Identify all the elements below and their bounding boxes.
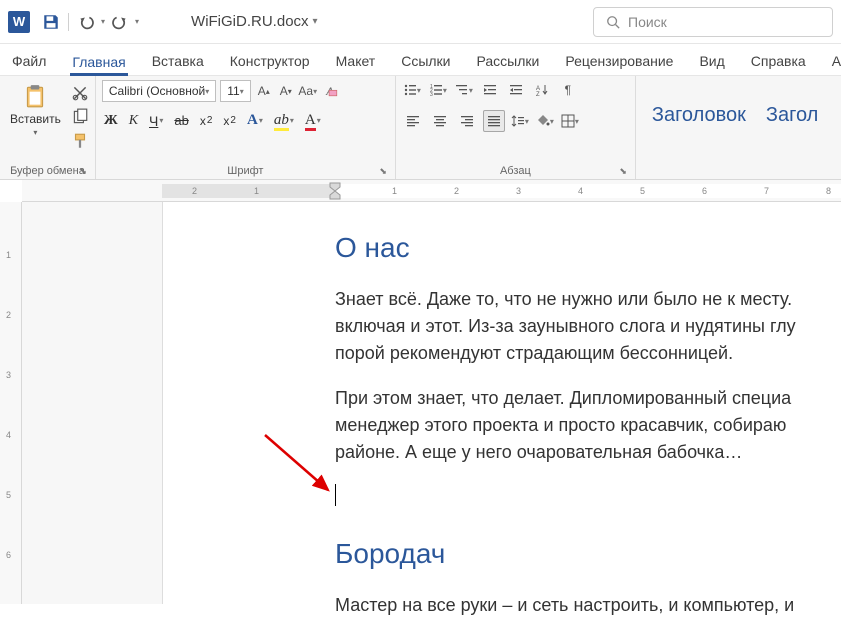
- increase-font-icon[interactable]: A▴: [255, 80, 273, 102]
- bullets-button[interactable]: ▾: [402, 80, 422, 100]
- paste-button[interactable]: Вставить ▾: [6, 80, 65, 139]
- tab-acrobat[interactable]: Acrobat: [830, 47, 841, 75]
- tab-layout[interactable]: Макет: [334, 47, 378, 75]
- heading-borodach: Бородач: [335, 538, 841, 570]
- group-clipboard: Вставить ▾ Буфер обмена ⬊: [0, 76, 96, 179]
- multilevel-button[interactable]: ▾: [454, 80, 474, 100]
- paste-dropdown-icon[interactable]: ▾: [33, 128, 37, 137]
- search-icon: [606, 15, 620, 29]
- sort-button[interactable]: AZ: [532, 80, 552, 100]
- align-right-button[interactable]: [456, 110, 478, 132]
- text-effects-button[interactable]: A▾: [247, 112, 263, 129]
- show-marks-button[interactable]: ¶: [558, 80, 578, 100]
- change-case-icon[interactable]: Aa▾: [299, 80, 317, 102]
- group-paragraph: ▾ 123▾ ▾ AZ ¶ ▾ ▾ ▾ Абзац ⬊: [396, 76, 636, 179]
- search-input[interactable]: Поиск: [593, 7, 833, 37]
- font-size-select[interactable]: 11▾: [220, 80, 250, 102]
- qat-customize-icon[interactable]: ▾: [135, 17, 139, 26]
- line-spacing-button[interactable]: ▾: [510, 111, 530, 131]
- font-name-value: Calibri (Основной: [109, 84, 205, 98]
- font-name-select[interactable]: Calibri (Основной▾: [102, 80, 216, 102]
- highlight-button[interactable]: ab▾: [274, 112, 294, 129]
- style-heading-2[interactable]: Загол: [766, 104, 818, 127]
- tab-view[interactable]: Вид: [697, 47, 726, 75]
- align-justify-button[interactable]: [483, 110, 505, 132]
- tab-design[interactable]: Конструктор: [228, 47, 312, 75]
- align-left-button[interactable]: [402, 110, 424, 132]
- cut-icon[interactable]: [71, 84, 89, 102]
- tab-review[interactable]: Рецензирование: [563, 47, 675, 75]
- group-font-label: Шрифт ⬊: [102, 163, 389, 179]
- superscript-button[interactable]: x2: [223, 114, 236, 128]
- group-styles: Заголовок Загол: [636, 76, 841, 179]
- dialog-launcher-icon[interactable]: ⬊: [79, 166, 87, 177]
- undo-icon[interactable]: [77, 13, 95, 31]
- decrease-indent-button[interactable]: [480, 80, 500, 100]
- format-painter-icon[interactable]: [71, 132, 89, 150]
- align-center-button[interactable]: [429, 110, 451, 132]
- heading-o-nas: О нас: [335, 232, 841, 264]
- dialog-launcher-icon[interactable]: ⬊: [619, 166, 627, 177]
- dialog-launcher-icon[interactable]: ⬊: [379, 166, 387, 177]
- text-cursor-icon: [335, 484, 336, 506]
- quick-access-toolbar: ▾ ▾: [42, 13, 139, 31]
- redo-icon[interactable]: [111, 13, 129, 31]
- search-placeholder: Поиск: [628, 14, 667, 30]
- undo-dropdown-icon[interactable]: ▾: [101, 17, 105, 26]
- horizontal-ruler[interactable]: 2 1 1 2 3 4 5 6 7 8: [22, 180, 841, 202]
- svg-text:Z: Z: [536, 92, 540, 97]
- editor-area: 1 2 3 4 5 6 О нас Знает всё. Даже то, чт…: [0, 202, 841, 604]
- italic-button[interactable]: К: [129, 113, 138, 129]
- tab-insert[interactable]: Вставка: [150, 47, 206, 75]
- group-paragraph-label: Абзац ⬊: [402, 163, 629, 179]
- bold-button[interactable]: Ж: [104, 113, 118, 129]
- word-app-icon: W: [8, 11, 30, 33]
- shading-button[interactable]: ▾: [535, 111, 555, 131]
- font-color-button[interactable]: A▾: [305, 112, 321, 129]
- document-title[interactable]: WiFiGiD.RU.docx ▾: [191, 13, 318, 30]
- clear-formatting-icon[interactable]: A: [321, 80, 339, 102]
- group-font: Calibri (Основной▾ 11▾ A▴ A▾ Aa▾ A Ж К Ч…: [96, 76, 396, 179]
- decrease-font-icon[interactable]: A▾: [277, 80, 295, 102]
- indent-marker-icon[interactable]: [328, 181, 342, 204]
- document-page[interactable]: О нас Знает всё. Даже то, что не нужно и…: [162, 202, 841, 604]
- borders-button[interactable]: ▾: [560, 111, 580, 131]
- copy-icon[interactable]: [71, 108, 89, 126]
- numbering-button[interactable]: 123▾: [428, 80, 448, 100]
- body-text: Мастер на все руки – и сеть настроить, и…: [335, 592, 841, 619]
- document-title-text: WiFiGiD.RU.docx: [191, 13, 309, 30]
- ribbon: Вставить ▾ Буфер обмена ⬊: [0, 76, 841, 180]
- tab-file[interactable]: Файл: [10, 47, 48, 75]
- underline-button[interactable]: Ч▾: [149, 113, 163, 129]
- clipboard-icon: [21, 82, 49, 110]
- chevron-down-icon: ▾: [313, 16, 318, 27]
- style-heading[interactable]: Заголовок: [652, 104, 746, 127]
- cursor-line[interactable]: [335, 484, 841, 508]
- save-icon[interactable]: [42, 13, 60, 31]
- body-text: При этом знает, что делает. Дипломирован…: [335, 385, 841, 466]
- paste-label: Вставить: [10, 112, 61, 126]
- svg-text:3: 3: [430, 92, 433, 97]
- vertical-ruler[interactable]: 1 2 3 4 5 6: [0, 202, 22, 604]
- group-clipboard-label: Буфер обмена ⬊: [6, 163, 89, 179]
- tab-mailings[interactable]: Рассылки: [475, 47, 542, 75]
- tab-home[interactable]: Главная: [70, 48, 127, 76]
- tab-help[interactable]: Справка: [749, 47, 808, 75]
- body-text: Знает всё. Даже то, что не нужно или был…: [335, 286, 841, 367]
- strikethrough-button[interactable]: ab: [174, 113, 188, 128]
- increase-indent-button[interactable]: [506, 80, 526, 100]
- subscript-button[interactable]: x2: [200, 114, 213, 128]
- titlebar: W ▾ ▾ WiFiGiD.RU.docx ▾ Поиск: [0, 0, 841, 44]
- font-size-value: 11: [227, 84, 239, 98]
- page-margin-area: [22, 202, 162, 604]
- ribbon-tabs: Файл Главная Вставка Конструктор Макет С…: [0, 44, 841, 76]
- tab-references[interactable]: Ссылки: [399, 47, 452, 75]
